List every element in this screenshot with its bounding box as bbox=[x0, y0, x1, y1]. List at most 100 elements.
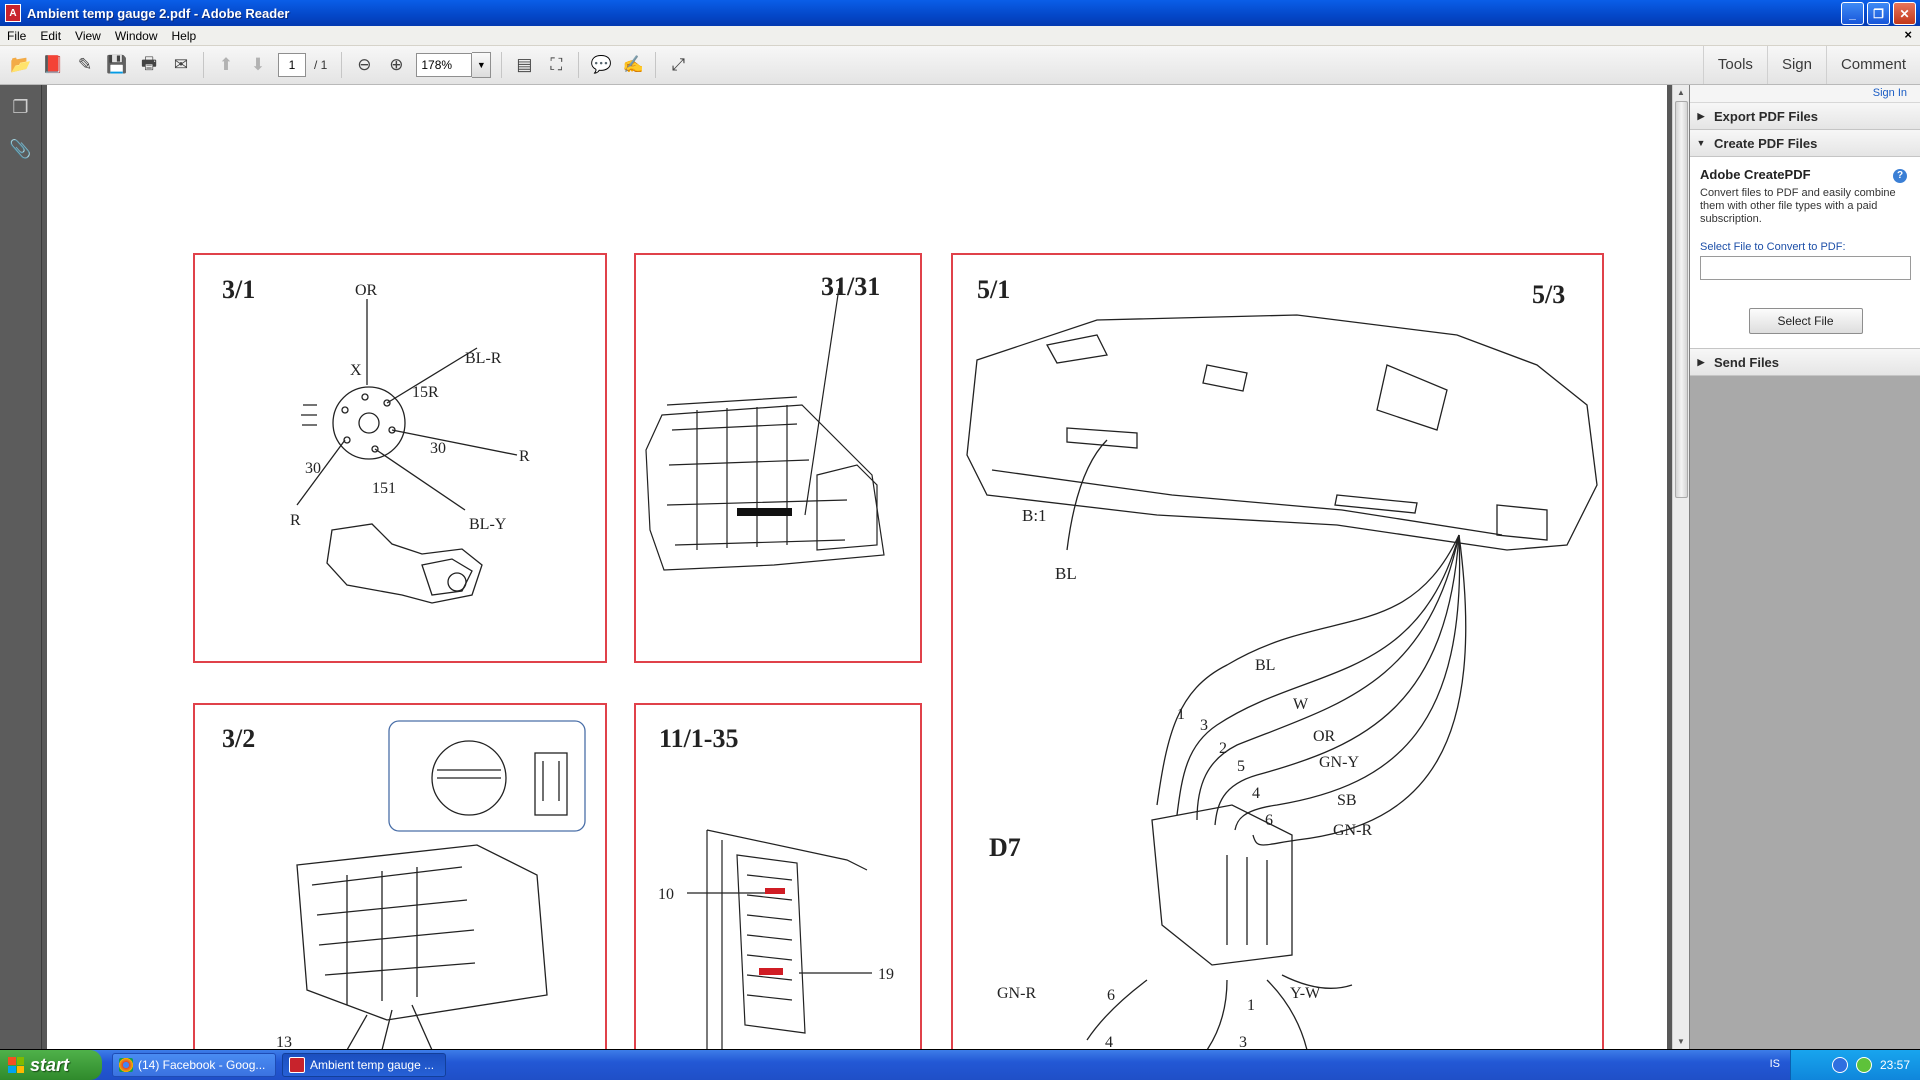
taskbar: start (14) Facebook - Goog... Ambient te… bbox=[0, 1050, 1920, 1080]
toolbar-separator bbox=[655, 52, 657, 78]
zoom-input[interactable]: 178% bbox=[416, 53, 473, 77]
taskbar-item-chrome[interactable]: (14) Facebook - Goog... bbox=[112, 1053, 276, 1077]
vertical-scrollbar[interactable]: ▲ ▼ bbox=[1672, 85, 1689, 1049]
page-thumbnails-icon[interactable]: ❐ bbox=[9, 95, 33, 119]
fit-page-icon[interactable]: ▤ bbox=[511, 52, 537, 78]
fit-width-icon[interactable]: ⛶ bbox=[543, 52, 569, 78]
create-pdf-section[interactable]: ▼ Create PDF Files bbox=[1690, 130, 1920, 157]
sticky-note-icon[interactable]: 💬 bbox=[588, 52, 614, 78]
open-file-icon[interactable]: 📂 bbox=[8, 52, 34, 78]
minimize-button[interactable]: _ bbox=[1841, 2, 1864, 25]
export-pdf-section[interactable]: ▶ Export PDF Files bbox=[1690, 103, 1920, 130]
scroll-up-icon[interactable]: ▲ bbox=[1673, 85, 1689, 100]
window-controls: _ ❐ ✕ bbox=[1841, 2, 1916, 25]
triangle-down-icon: ▼ bbox=[1696, 138, 1706, 148]
sign-in-link[interactable]: Sign In bbox=[1690, 85, 1920, 103]
toolbar: 📂 📕 ✎ 💾 🖶 ✉ ⬆ ⬇ 1 / 1 ⊖ ⊕ 178% ▼ ▤ ⛶ 💬 ✍… bbox=[0, 46, 1920, 85]
close-button[interactable]: ✕ bbox=[1893, 2, 1916, 25]
fuse-10-highlight bbox=[765, 888, 785, 894]
next-page-icon[interactable]: ⬇ bbox=[245, 52, 271, 78]
start-label: start bbox=[30, 1054, 70, 1075]
panel-11-1-35-frame bbox=[634, 703, 922, 1049]
triangle-right-icon: ▶ bbox=[1697, 356, 1705, 367]
panel-5-3-title: 5/3 bbox=[1532, 280, 1565, 309]
label-r-left: R bbox=[290, 512, 301, 529]
toolbar-separator bbox=[203, 52, 204, 78]
file-path-field[interactable] bbox=[1700, 256, 1911, 280]
window-title: Ambient temp gauge 2.pdf - Adobe Reader bbox=[27, 5, 290, 21]
panel-31-31-frame bbox=[634, 253, 922, 663]
create-pdf-panel: Adobe CreatePDF ? Convert files to PDF a… bbox=[1690, 157, 1920, 349]
zoom-out-icon[interactable]: ⊖ bbox=[351, 52, 377, 78]
label-30-right: 30 bbox=[430, 440, 446, 457]
menu-window[interactable]: Window bbox=[108, 29, 165, 43]
bottom-pin-1-label: 1 bbox=[1247, 997, 1255, 1014]
pin-6-label: 6 bbox=[1265, 812, 1273, 829]
close-document-button[interactable]: × bbox=[1904, 27, 1912, 42]
select-file-label: Select File to Convert to PDF: bbox=[1700, 241, 1846, 253]
connector-b1-label: B:1 bbox=[1022, 506, 1047, 525]
edit-pdf-icon[interactable]: ✎ bbox=[72, 52, 98, 78]
sign-link[interactable]: Sign bbox=[1766, 46, 1826, 84]
start-button[interactable]: start bbox=[0, 1050, 102, 1080]
chrome-icon bbox=[119, 1058, 133, 1072]
triangle-right-icon: ▶ bbox=[1697, 110, 1705, 121]
create-pdf-icon[interactable]: 📕 bbox=[40, 52, 66, 78]
title-bar[interactable]: A Ambient temp gauge 2.pdf - Adobe Reade… bbox=[0, 0, 1920, 26]
attachments-icon[interactable]: 📎 bbox=[9, 137, 33, 161]
taskbar-item-label: (14) Facebook - Goog... bbox=[138, 1058, 266, 1072]
pin-1-label: 1 bbox=[1177, 706, 1185, 723]
toolbar-separator bbox=[501, 52, 503, 78]
page-number-input[interactable]: 1 bbox=[278, 53, 306, 77]
email-icon[interactable]: ✉ bbox=[168, 52, 194, 78]
pin-4-label: 4 bbox=[1252, 785, 1260, 802]
send-files-label: Send Files bbox=[1714, 354, 1780, 370]
clock[interactable]: 23:57 bbox=[1880, 1058, 1910, 1072]
print-icon[interactable]: 🖶 bbox=[136, 52, 162, 78]
security-icon[interactable] bbox=[1855, 1057, 1872, 1073]
network-icon[interactable] bbox=[1831, 1057, 1848, 1073]
navigation-pane: ❐ 📎 bbox=[0, 85, 42, 1049]
task-pane-links: Tools Sign Comment bbox=[1702, 46, 1920, 84]
taskbar-item-adobe-reader[interactable]: Ambient temp gauge ... bbox=[282, 1053, 446, 1077]
chevron-down-icon[interactable]: ▼ bbox=[472, 52, 492, 78]
scrollbar-thumb[interactable] bbox=[1675, 101, 1688, 498]
panel-11-1-35-title: 11/1-35 bbox=[659, 724, 738, 753]
menu-file[interactable]: File bbox=[0, 29, 33, 43]
label-or: OR bbox=[355, 282, 378, 299]
comment-link[interactable]: Comment bbox=[1825, 46, 1920, 84]
bottom-pin-4-label: 4 bbox=[1105, 1034, 1113, 1049]
full-screen-icon[interactable]: ⤢ bbox=[665, 52, 691, 78]
language-indicator[interactable]: IS bbox=[1770, 1058, 1780, 1070]
select-file-button[interactable]: Select File bbox=[1748, 308, 1863, 334]
create-pdf-label: Create PDF Files bbox=[1714, 135, 1818, 151]
label-bl-y: BL-Y bbox=[469, 516, 507, 533]
zoom-in-icon[interactable]: ⊕ bbox=[383, 52, 409, 78]
toolbar-separator bbox=[341, 52, 343, 78]
save-icon[interactable]: 💾 bbox=[104, 52, 130, 78]
menu-edit[interactable]: Edit bbox=[33, 29, 68, 43]
label-15r: 15R bbox=[412, 384, 439, 401]
menu-bar: File Edit View Window Help × bbox=[0, 26, 1920, 46]
wire-gn-r-label: GN-R bbox=[1333, 822, 1372, 839]
previous-page-icon[interactable]: ⬆ bbox=[213, 52, 239, 78]
menu-view[interactable]: View bbox=[68, 29, 108, 43]
scroll-down-icon[interactable]: ▼ bbox=[1673, 1034, 1689, 1049]
bottom-gn-r-label: GN-R bbox=[997, 985, 1036, 1002]
send-files-section[interactable]: ▶ Send Files bbox=[1690, 349, 1920, 376]
windows-logo-icon bbox=[8, 1057, 24, 1073]
help-icon[interactable]: ? bbox=[1893, 169, 1907, 183]
restore-button[interactable]: ❐ bbox=[1867, 2, 1890, 25]
fuse-19-label: 19 bbox=[878, 966, 894, 983]
zoom-select[interactable]: 178% ▼ bbox=[416, 52, 492, 78]
wire-bl-label: BL bbox=[1255, 657, 1275, 674]
pdf-page: 3/1 OR X BL-R 15R 30 R 30 151 R BL-Y 31/… bbox=[47, 85, 1667, 1049]
d7-label: D7 bbox=[989, 833, 1021, 862]
tools-link[interactable]: Tools bbox=[1702, 46, 1767, 84]
highlight-icon[interactable]: ✍ bbox=[620, 52, 646, 78]
panel-3-1-title: 3/1 bbox=[222, 275, 255, 304]
menu-help[interactable]: Help bbox=[165, 29, 204, 43]
bottom-pin-3-label: 3 bbox=[1239, 1034, 1247, 1049]
label-x: X bbox=[350, 362, 362, 379]
relay-highlight bbox=[737, 508, 792, 516]
